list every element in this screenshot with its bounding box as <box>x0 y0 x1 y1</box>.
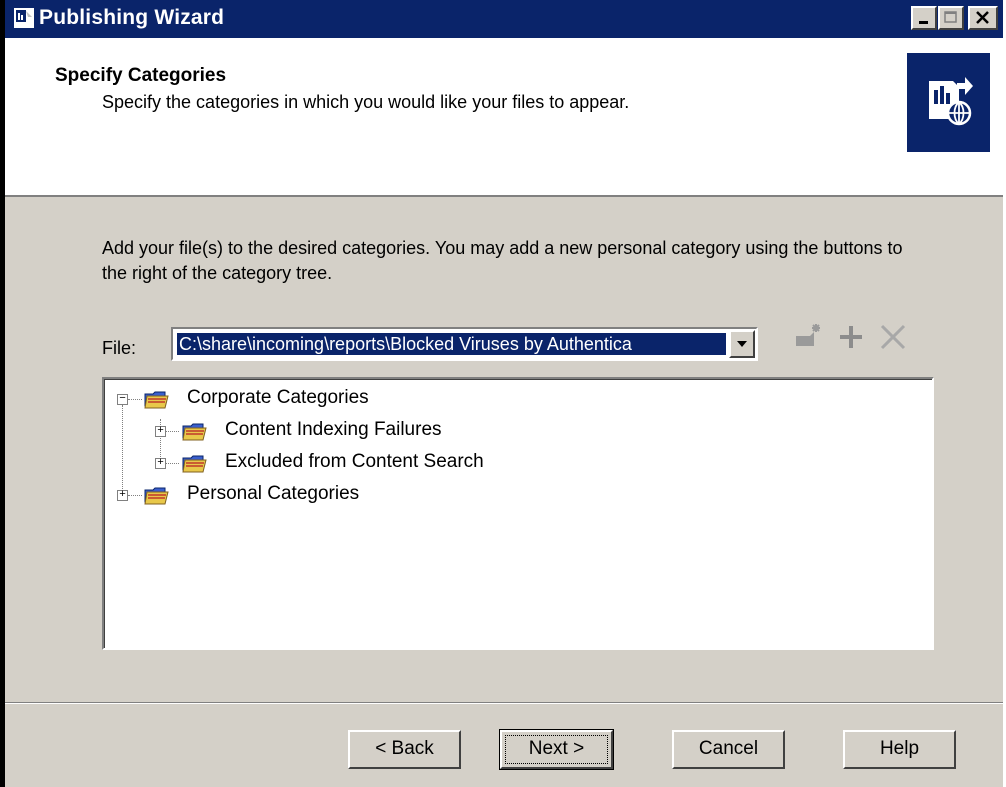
tree-item-label: Content Indexing Failures <box>225 419 442 440</box>
add-icon[interactable] <box>833 318 869 354</box>
maximize-button[interactable] <box>938 6 964 30</box>
file-combobox-value: C:\share\incoming\reports\Blocked Viruse… <box>176 332 727 356</box>
publishing-wizard-window: Publishing Wizard Specify Categories Spe… <box>0 0 1003 787</box>
instructions-text: Add your file(s) to the desired categori… <box>102 238 903 283</box>
page-title: Specify Categories <box>55 65 227 86</box>
tree-connector-line <box>128 399 142 400</box>
close-icon <box>976 11 989 24</box>
expand-icon[interactable]: + <box>155 426 166 437</box>
minimize-icon <box>919 21 928 24</box>
category-folder-icon <box>182 423 207 441</box>
tree-item-label: Personal Categories <box>187 483 360 504</box>
window-title: Publishing Wizard <box>39 6 225 29</box>
tree-item-label: Corporate Categories <box>187 387 369 408</box>
publish-globe-icon <box>929 77 973 126</box>
header-badge <box>907 53 990 152</box>
tree-connector-line <box>128 495 142 496</box>
delete-icon[interactable] <box>875 318 911 354</box>
chevron-down-icon <box>737 341 747 347</box>
expand-icon[interactable]: + <box>117 490 128 501</box>
next-button[interactable]: Next > <box>499 729 614 770</box>
help-button[interactable]: Help <box>843 730 956 769</box>
tree-item-label: Excluded from Content Search <box>225 451 484 472</box>
footer-divider <box>5 702 1003 704</box>
category-tree[interactable]: − Corporate Categories + Content Indexin… <box>102 377 934 650</box>
page-subtitle: Specify the categories in which you woul… <box>102 92 630 112</box>
tree-connector-line <box>122 405 123 495</box>
close-button[interactable] <box>968 6 998 30</box>
cancel-button[interactable]: Cancel <box>672 730 785 769</box>
focus-rectangle <box>505 735 608 764</box>
new-category-icon[interactable] <box>790 318 826 354</box>
publishing-wizard-icon <box>14 8 34 28</box>
file-combobox[interactable]: C:\share\incoming\reports\Blocked Viruse… <box>171 327 758 361</box>
back-button[interactable]: < Back <box>348 730 461 769</box>
maximize-icon <box>944 11 957 23</box>
category-folder-icon <box>144 391 169 409</box>
file-label: File: <box>102 338 137 358</box>
tree-connector-line <box>165 463 179 464</box>
collapse-icon[interactable]: − <box>117 394 128 405</box>
expand-icon[interactable]: + <box>155 458 166 469</box>
combobox-dropdown-button[interactable] <box>729 330 755 358</box>
wizard-header: Specify Categories Specify the categorie… <box>5 38 1003 197</box>
tree-connector-line <box>165 431 179 432</box>
title-bar[interactable]: Publishing Wizard <box>5 0 1003 38</box>
category-folder-icon <box>182 455 207 473</box>
category-folder-icon <box>144 487 169 505</box>
minimize-button[interactable] <box>911 6 937 30</box>
